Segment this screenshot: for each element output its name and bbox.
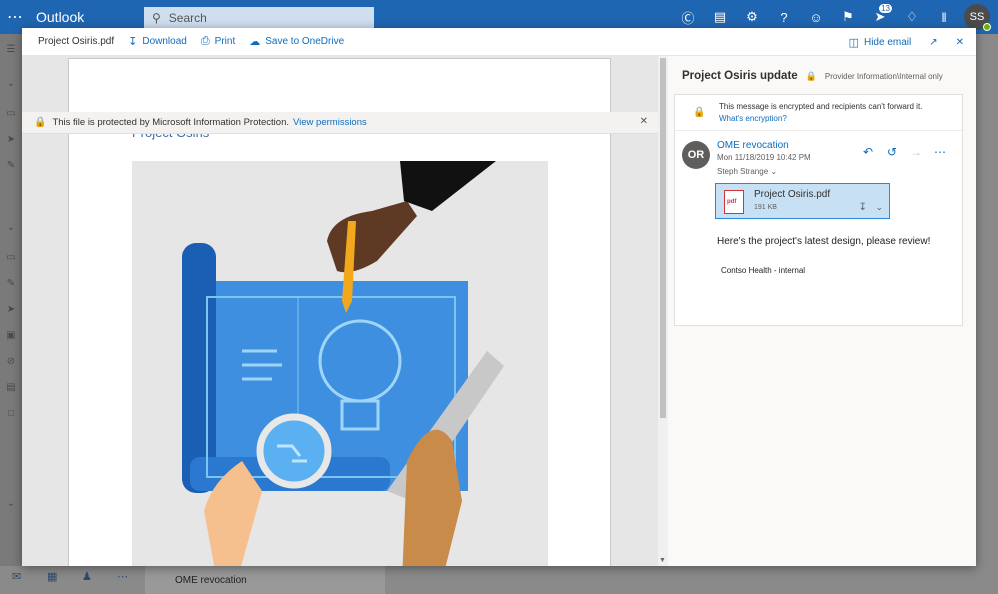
panel-icon: ◫ (848, 36, 859, 49)
inbox-icon[interactable]: ▭ (4, 252, 18, 266)
search-box[interactable]: ⚲ Search (144, 7, 374, 29)
user-avatar[interactable]: SS (964, 4, 991, 31)
block-icon[interactable]: ⊘ (4, 356, 18, 370)
pop-out-button[interactable]: ↗ (929, 37, 937, 48)
email-pane: Project Osiris update 🔒 Provider Informa… (668, 56, 976, 566)
preview-toolbar: Project Osiris.pdf ↧ Download ⎙ Print ☁ … (22, 28, 976, 56)
mail-icon[interactable]: ✉ (12, 570, 21, 583)
download-icon: ↧ (128, 36, 138, 48)
close-icon: ✕ (955, 36, 964, 48)
hide-email-button[interactable]: ◫ Hide email (849, 36, 912, 49)
pdf-icon: pdf (724, 190, 744, 214)
attachment-size: 191 KB (754, 204, 777, 211)
pop-out-icon: ↗ (929, 36, 938, 48)
sensitivity-label: Provider Information\Internal only (824, 71, 943, 81)
scroll-down-icon[interactable]: ▼ (659, 557, 666, 564)
archive-icon[interactable]: ▤ (4, 382, 18, 396)
recipient[interactable]: Steph Strange ⌄ (717, 167, 777, 176)
menu-icon[interactable]: ☰ (4, 44, 18, 58)
user-initials: SS (969, 11, 985, 23)
pencil-icon[interactable]: ✎ (4, 278, 18, 292)
reply-all-icon[interactable]: ↺ (880, 145, 904, 159)
send-icon[interactable]: ➤ (4, 134, 18, 148)
print-button[interactable]: ⎙ Print (201, 35, 235, 48)
message-signature: Contso Health - internal (721, 266, 806, 275)
close-banner-icon[interactable]: ✕ (640, 116, 648, 127)
chevron-down-icon[interactable]: ⌄ (875, 202, 883, 213)
lock-icon: 🔒 (805, 70, 817, 81)
search-icon: ⚲ (152, 11, 161, 25)
search-placeholder: Search (168, 11, 207, 25)
scrollbar-thumb[interactable] (660, 58, 666, 418)
reply-icon[interactable]: ↶ (856, 145, 880, 159)
message-actions: ↶ ↺ → ⋯ (856, 145, 952, 159)
sender-avatar[interactable]: OR (682, 141, 710, 169)
more-icon[interactable]: ⋯ (117, 570, 128, 583)
message-date: Mon 11/18/2019 10:42 PM (717, 153, 811, 162)
viewer-scrollbar[interactable]: ▼ (658, 56, 668, 566)
people-icon[interactable]: ♟ (82, 570, 92, 583)
notes-icon[interactable]: □ (4, 408, 18, 422)
email-subject: Project Osiris update (682, 70, 798, 82)
sender-name[interactable]: OME revocation (717, 140, 789, 151)
notification-badge: 13 (879, 4, 892, 13)
close-button[interactable]: ✕ (956, 37, 964, 48)
document-viewer[interactable]: Project Osiris (22, 56, 668, 566)
chevron-down-icon[interactable]: ⌄ (4, 78, 18, 92)
lock-icon: 🔒 (693, 107, 706, 118)
save-label: Save to OneDrive (265, 36, 345, 47)
download-label: Download (142, 36, 187, 47)
file-name: Project Osiris.pdf (38, 36, 115, 47)
forward-icon[interactable]: → (904, 145, 928, 159)
chevron-down-icon: ⌄ (770, 167, 778, 176)
printer-icon: ⎙ (200, 35, 210, 47)
list-item[interactable]: OME revocation (145, 566, 385, 594)
attachment-card[interactable]: pdf Project Osiris.pdf 191 KB ↧ ⌄ (715, 183, 890, 219)
download-icon[interactable]: ↧ (859, 202, 867, 213)
email-subject-row: Project Osiris update 🔒 Provider Informa… (682, 70, 943, 82)
protection-message: This file is protected by Microsoft Info… (52, 117, 289, 128)
print-label: Print (214, 36, 236, 47)
send-icon[interactable]: ➤ (4, 304, 18, 318)
bottom-bar: ✉ ▦ ♟ ⋯ OME revocation (0, 566, 998, 594)
app-name[interactable]: Outlook (36, 9, 136, 25)
lock-icon: 🔒 (34, 117, 47, 128)
recipient-name: Steph Strange (717, 167, 769, 176)
protection-banner: 🔒 This file is protected by Microsoft In… (22, 112, 658, 134)
hide-email-label: Hide email (863, 36, 912, 48)
attachment-preview-dialog: Project Osiris.pdf ↧ Download ⎙ Print ☁ … (22, 28, 976, 566)
trash-icon[interactable]: ▣ (4, 330, 18, 344)
chevron-down-icon[interactable]: ⌄ (4, 498, 18, 512)
inbox-icon[interactable]: ▭ (4, 108, 18, 122)
message-card: 🔒 This message is encrypted and recipien… (674, 94, 963, 326)
cloud-icon: ☁ (249, 36, 261, 48)
attachment-name: Project Osiris.pdf (754, 189, 831, 200)
list-item-sender: OME revocation (175, 574, 247, 586)
calendar-icon[interactable]: ▦ (47, 570, 57, 583)
encryption-banner: 🔒 This message is encrypted and recipien… (675, 95, 962, 131)
whats-encryption-link[interactable]: What's encryption? (719, 114, 787, 123)
encryption-notice: This message is encrypted and recipients… (719, 102, 923, 111)
pdf-page: Project Osiris (68, 58, 611, 566)
presence-dot (983, 23, 991, 31)
message-body: Here's the project's latest design, plea… (717, 236, 931, 247)
chevron-down-icon[interactable]: ⌄ (4, 222, 18, 236)
save-to-onedrive-button[interactable]: ☁ Save to OneDrive (249, 35, 344, 48)
more-icon[interactable]: ⋯ (928, 145, 952, 159)
view-permissions-link[interactable]: View permissions (293, 117, 367, 128)
left-nav: ☰ ⌄ ▭ ➤ ✎ ⌄ ▭ ✎ ➤ ▣ ⊘ ▤ □ ⌄ (0, 34, 22, 594)
blueprint-illustration (132, 161, 548, 566)
pencil-icon[interactable]: ✎ (4, 160, 18, 174)
download-button[interactable]: ↧ Download (128, 35, 187, 48)
